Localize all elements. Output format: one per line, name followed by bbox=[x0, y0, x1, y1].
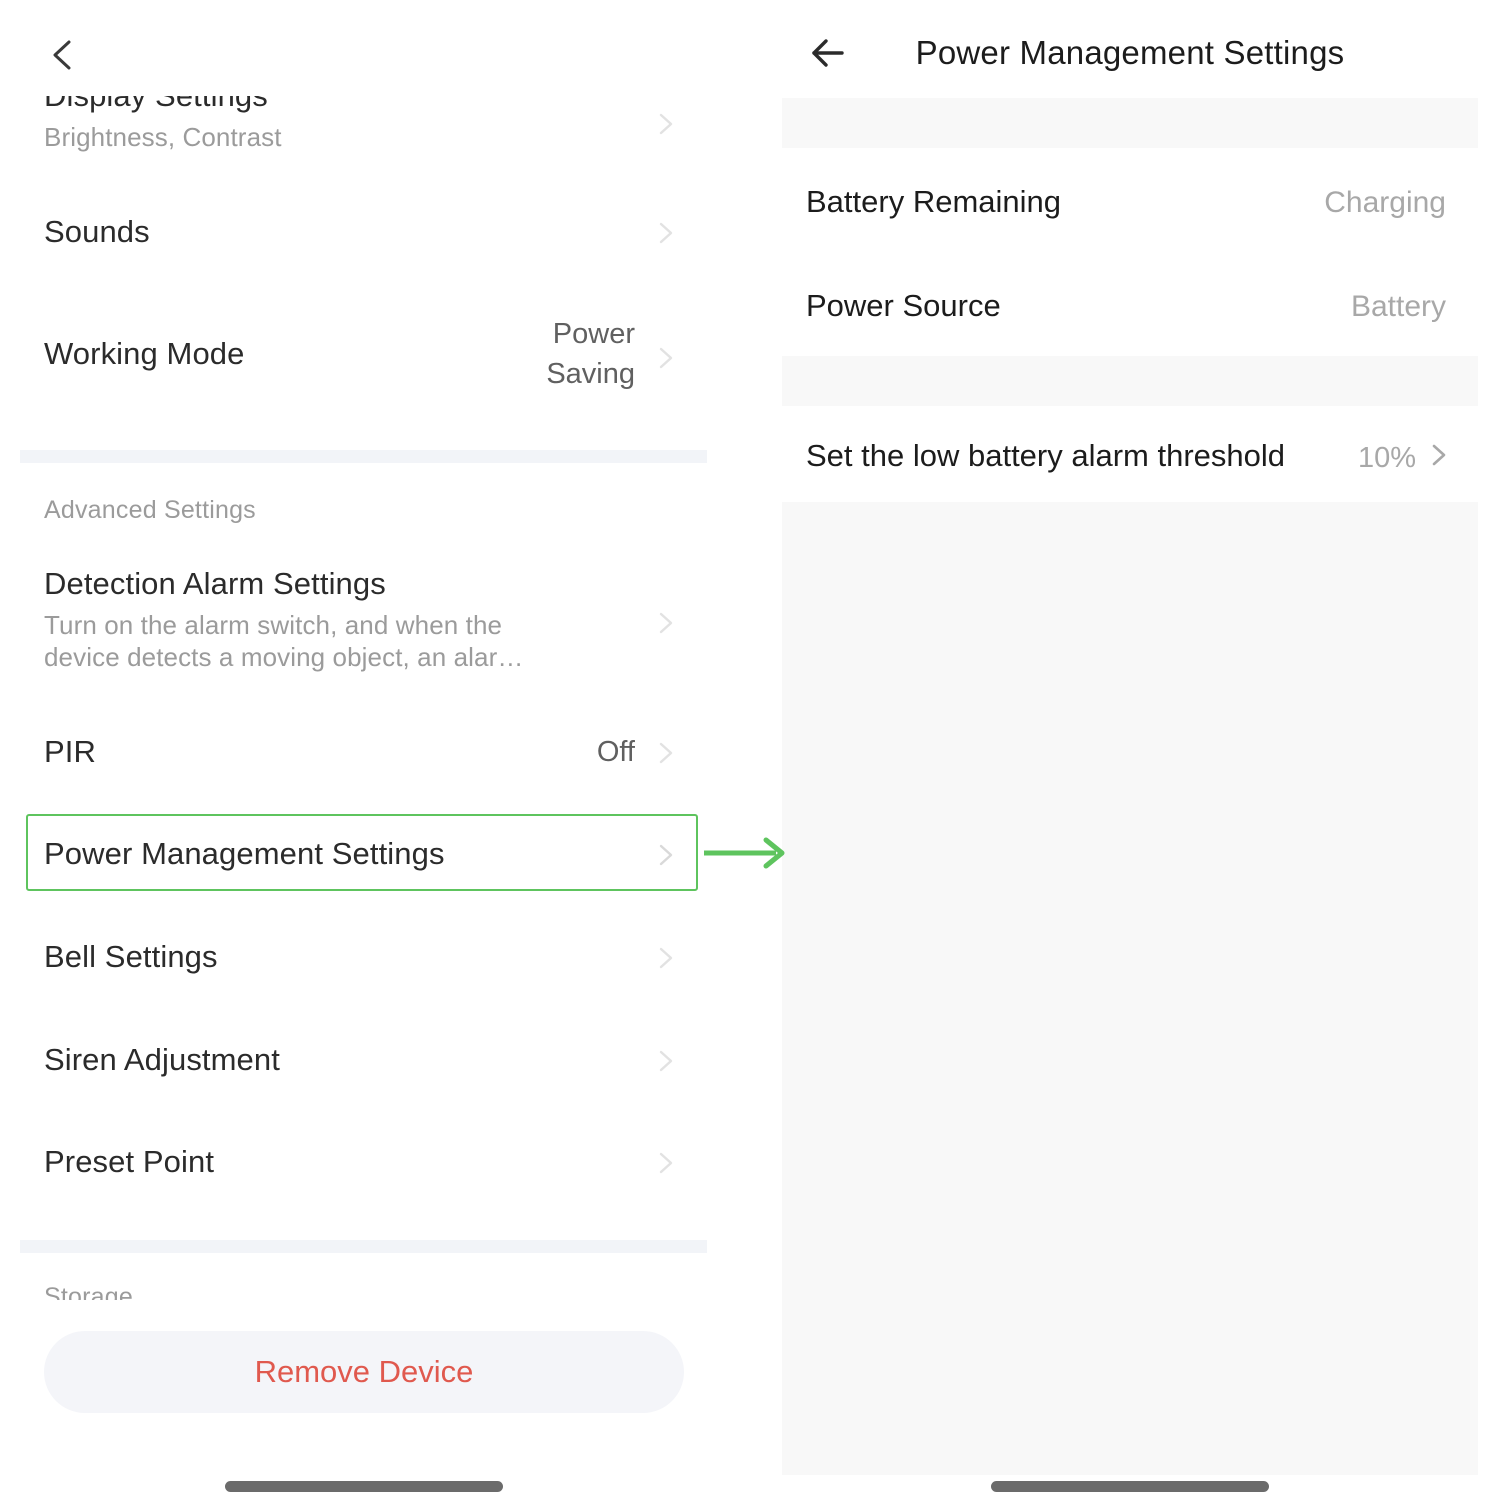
chevron-right-icon bbox=[655, 1050, 677, 1072]
left-nav-bar bbox=[0, 0, 754, 96]
list-item-value-line1: Power bbox=[552, 318, 635, 350]
list-item-detection-alarm-settings[interactable]: Detection Alarm Settings Turn on the ala… bbox=[0, 566, 754, 686]
row-label: Power Source bbox=[806, 288, 1001, 323]
chevron-right-icon bbox=[655, 742, 677, 764]
section-divider bbox=[20, 450, 707, 463]
right-nav-bar: Power Management Settings bbox=[782, 0, 1478, 98]
list-item-label: Bell Settings bbox=[44, 939, 218, 974]
chevron-left-icon[interactable] bbox=[46, 38, 80, 72]
chevron-right-icon bbox=[655, 347, 677, 369]
arrow-right-icon bbox=[702, 833, 790, 873]
row-label: Set the low battery alarm threshold bbox=[806, 438, 1286, 473]
row-value: Battery bbox=[1350, 290, 1446, 323]
list-item-label: Preset Point bbox=[44, 1144, 215, 1179]
list-item-label: Power Management Settings bbox=[44, 836, 445, 871]
list-item-label: Siren Adjustment bbox=[44, 1042, 280, 1077]
chevron-right-icon bbox=[655, 612, 677, 634]
list-item-pir[interactable]: PIR Off bbox=[0, 720, 754, 790]
home-indicator bbox=[225, 1481, 503, 1492]
list-item-power-management-settings[interactable]: Power Management Settings bbox=[0, 822, 754, 892]
list-item-label: Sounds bbox=[44, 214, 150, 249]
spacer-band bbox=[782, 356, 1478, 406]
page-title: Power Management Settings bbox=[915, 34, 1345, 71]
list-item-label: Detection Alarm Settings bbox=[44, 566, 386, 601]
chevron-right-icon bbox=[1428, 443, 1450, 467]
list-item-value: Off bbox=[596, 736, 635, 768]
chevron-right-icon bbox=[655, 113, 677, 135]
row-value: Charging bbox=[1324, 186, 1446, 219]
row-battery-remaining: Battery Remaining Charging bbox=[782, 148, 1478, 252]
chevron-right-icon bbox=[655, 222, 677, 244]
list-item-sublabel-line1: Turn on the alarm switch, and when the bbox=[44, 610, 503, 640]
right-panel-power-management: Power Management Settings Battery Remain… bbox=[782, 0, 1478, 1510]
left-panel-device-settings: Display Settings Brightness, Contrast So… bbox=[0, 0, 754, 1510]
empty-content-area bbox=[782, 502, 1478, 1475]
list-item-sublabel-line2: device detects a moving object, an alar… bbox=[44, 642, 524, 672]
list-item-sounds[interactable]: Sounds bbox=[0, 200, 754, 270]
list-item-value-line2: Saving bbox=[546, 358, 635, 390]
chevron-right-icon bbox=[655, 947, 677, 969]
home-indicator bbox=[991, 1481, 1269, 1492]
section-divider bbox=[20, 1240, 707, 1253]
settings-scroll-area[interactable]: Display Settings Brightness, Contrast So… bbox=[0, 0, 754, 1510]
list-item-bell-settings[interactable]: Bell Settings bbox=[0, 925, 754, 995]
list-item-label: Working Mode bbox=[44, 336, 245, 371]
remove-device-button[interactable]: Remove Device bbox=[44, 1331, 684, 1413]
list-item-working-mode[interactable]: Working Mode Power Saving bbox=[0, 312, 754, 408]
section-header-advanced-settings: Advanced Settings bbox=[44, 496, 256, 524]
row-low-battery-threshold[interactable]: Set the low battery alarm threshold 10% bbox=[782, 406, 1478, 502]
spacer-band bbox=[782, 98, 1478, 148]
list-item-sublabel: Brightness, Contrast bbox=[44, 122, 282, 152]
list-item-siren-adjustment[interactable]: Siren Adjustment bbox=[0, 1028, 754, 1098]
row-power-source: Power Source Battery bbox=[782, 252, 1478, 356]
app-screenshot: Display Settings Brightness, Contrast So… bbox=[0, 0, 1508, 1510]
row-value: 10% bbox=[1357, 442, 1416, 474]
chevron-right-icon bbox=[655, 844, 677, 866]
chevron-right-icon bbox=[655, 1152, 677, 1174]
row-label: Battery Remaining bbox=[806, 184, 1062, 219]
list-item-preset-point[interactable]: Preset Point bbox=[0, 1130, 754, 1200]
list-item-label: PIR bbox=[44, 734, 96, 769]
